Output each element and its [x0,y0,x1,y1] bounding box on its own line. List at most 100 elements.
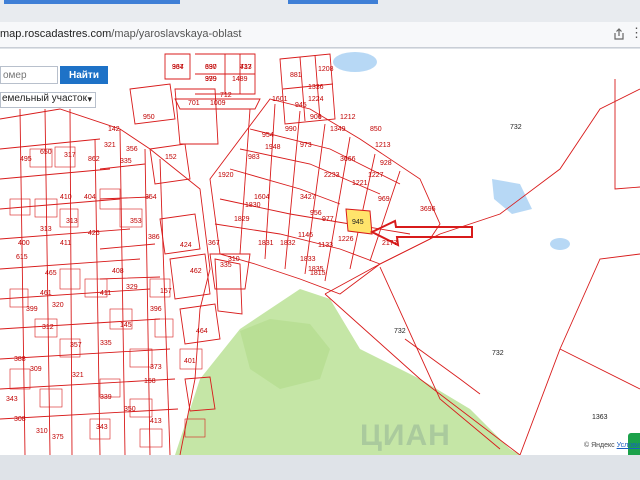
parcel-number-label: 1208 [318,66,334,73]
parcel-number-label: 1835 [308,266,324,273]
parcel-number-label: 1948 [265,144,281,151]
parcel-number-label: 401 [184,358,196,365]
parcel-number-label: 1363 [592,414,608,421]
parcel-number-label: 712 [220,92,232,99]
parcel-number-label: 308 [14,416,26,423]
parcel-number-label: 413 [150,418,162,425]
parcel-number-label: 977 [322,216,334,223]
browser-tab-indicator [4,0,180,4]
parcel-number-label: 850 [370,126,382,133]
parcel-number-label: 373 [150,364,162,371]
parcel-number-label: 1009 [210,100,226,107]
more-menu-icon[interactable]: ⋮ [630,25,640,41]
parcel-number-label: 335 [100,340,112,347]
parcel-number-label: 732 [492,350,504,357]
yandex-copyright: © Яндекс [584,442,615,449]
parcel-number-label: 701 [188,100,200,107]
parcel-number-label: 410 [60,194,72,201]
highlighted-parcel-label: 945 [352,219,364,226]
parcel-number-label: 464 [196,328,208,335]
parcel-number-label: 615 [16,254,28,261]
parcel-number-label: 411 [100,290,111,297]
parcel-number-label: 396 [150,306,162,313]
parcel-number-label: 732 [510,124,522,131]
parcel-number-label: 1832 [280,240,296,247]
parcel-number-label: 1227 [368,172,384,179]
parcel-number-label: 969 [378,196,390,203]
parcel-number-label: 339 [100,394,112,401]
parcel-number-label: 353 [130,218,142,225]
terms-link[interactable]: Услови [617,442,640,449]
parcel-number-label: 145 [120,322,132,329]
parcel-number-label: 650 [40,149,52,156]
parcel-number-label: 386 [148,234,160,241]
water-body [550,238,570,250]
parcel-number-label: 1224 [308,96,324,103]
parcel-number-label: 1133 [318,242,333,249]
parcel-number-label: 973 [300,142,312,149]
parcel-number-label: 2233 [324,172,340,179]
parcel-number-label: 1349 [330,126,346,133]
find-button[interactable]: Найти [60,66,108,84]
parcel-number-label: 1489 [232,76,248,83]
parcel-number-label: 337 [172,64,184,71]
parcel-number-label: 1146 [298,232,313,239]
parcel-number-label: 462 [190,268,202,275]
parcel-number-label: 732 [394,328,406,335]
parcel-number-label: 335 [120,158,132,165]
parcel-number-label: 928 [380,160,392,167]
parcel-number-label: 3427 [300,194,316,201]
object-type-value: емельный участок [2,93,87,104]
cadastral-number-input[interactable] [0,66,58,84]
parcel-number-label: 399 [26,306,38,313]
parcel-number-label: 404 [84,194,96,201]
object-type-select[interactable]: емельный участок ▾ [0,92,96,108]
parcel-number-label: 950 [143,114,155,121]
browser-tab-indicator [288,0,378,4]
parcel-number-label: 321 [104,142,116,149]
parcel-number-label: 862 [88,156,100,163]
parcel-number-label: 426 [88,230,100,237]
parcel-number-label: 321 [72,372,84,379]
browser-top-strip [0,0,640,22]
share-icon[interactable] [612,27,626,41]
parcel-number-label: 1226 [338,236,354,243]
water-body [333,52,377,72]
parcel-number-label: 3696 [420,206,436,213]
parcel-number-label: 158 [144,378,156,385]
parcel-cells [9,146,206,448]
parcel-number-label: 408 [112,268,124,275]
address-bar[interactable]: map.roscadastres.com/map/yaroslavskaya-o… [0,22,640,48]
parcel-number-label: 313 [40,226,52,233]
parcel-number-label: 317 [64,152,76,159]
parcel-number-label: 1221 [352,180,368,187]
parcel-number-label: 343 [6,396,18,403]
bottom-strip [0,455,640,480]
cian-watermark: ЦИАН [360,419,451,452]
parcel-number-label: 1336 [308,84,324,91]
parcel-number-label: 335 [220,262,232,269]
parcel-number-label: 906 [310,114,322,121]
parcel-number-label: 424 [180,242,192,249]
parcel-number-label: 461 [40,290,52,297]
parcel-number-label: 3666 [340,156,356,163]
parcel-number-label: 142 [108,126,120,133]
parcel-number-label: 399 [205,76,217,83]
parcel-number-label: 1601 [272,96,288,103]
map-attribution: © Яндекс Услови [584,442,640,449]
map-canvas[interactable]: 945 964 697 713979 148988113361224712100970… [0,49,640,455]
parcel-number-label: 400 [18,240,30,247]
parcel-number-label: 881 [290,72,302,79]
url-text[interactable]: map.roscadastres.com/map/yaroslavskaya-o… [0,28,242,40]
parcel-number-label: 343 [96,424,108,431]
parcel-number-label: 1604 [254,194,270,201]
parcel-number-label: 1920 [218,172,234,179]
parcel-number-label: 357 [70,342,82,349]
parcel-number-label: 1831 [258,240,274,247]
cadastral-map[interactable]: 945 964 697 713 979 1489 881 1336 1224 712 1009 70… [0,49,640,455]
parcel-number-label: 367 [208,240,220,247]
parcel-number-label: 465 [45,270,57,277]
parcel-number-label: 356 [126,146,138,153]
parcel-number-label: 1829 [234,216,250,223]
url-host: map.roscadastres.com [0,28,112,40]
